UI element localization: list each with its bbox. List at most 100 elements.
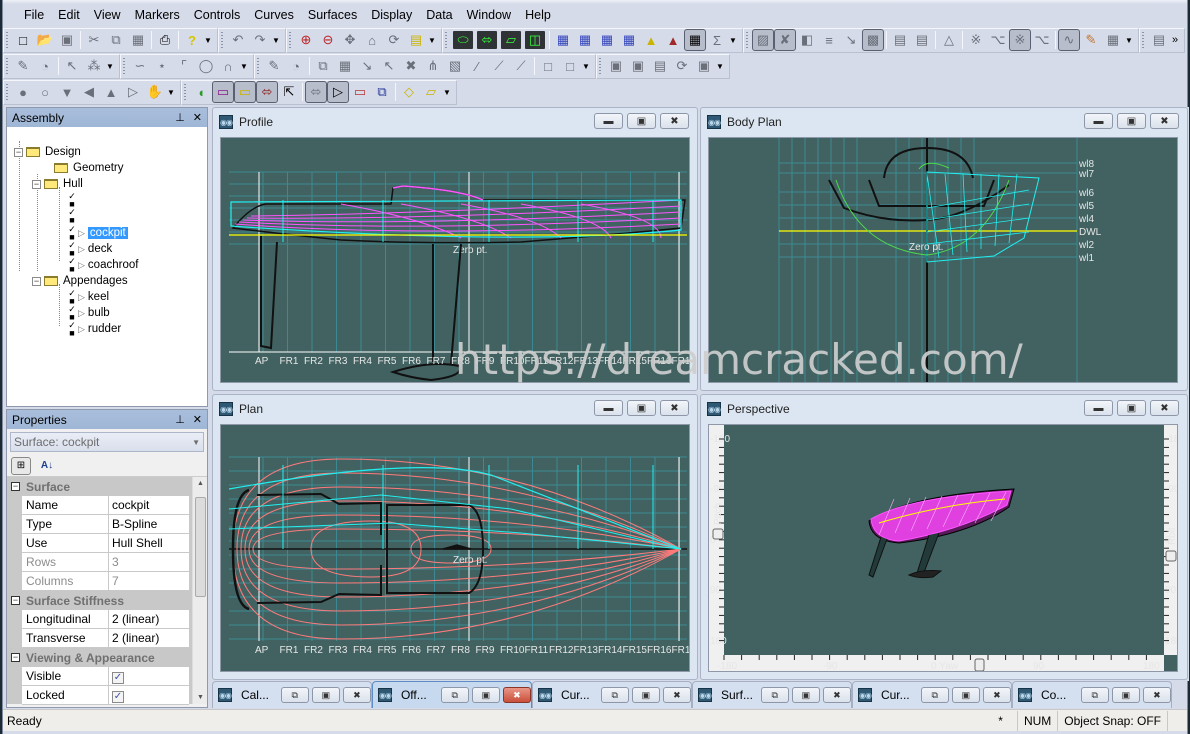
render-lines-icon[interactable]: ≡ (818, 29, 840, 51)
open-folder-icon[interactable]: 📂 (34, 29, 56, 51)
property-row[interactable]: Use Hull Shell (7, 534, 207, 553)
close-button[interactable]: ✖ (342, 687, 371, 703)
locked-checkbox[interactable]: ✓ (112, 691, 124, 703)
perspective-arrow-icon[interactable]: ⇱ (278, 81, 300, 103)
menu-data[interactable]: Data (419, 5, 459, 25)
x-grid-icon[interactable]: ※ (965, 29, 987, 51)
arrow-left-icon[interactable]: ◀ (78, 81, 100, 103)
dropdown-arrow-icon[interactable]: ▼ (203, 29, 213, 51)
diagonals-icon[interactable]: ▭ (234, 81, 256, 103)
restore-button[interactable]: ⧉ (760, 687, 789, 703)
property-value[interactable]: B-Spline (109, 515, 189, 534)
close-icon[interactable]: ✕ (193, 413, 202, 426)
categorized-icon[interactable]: ⊞ (11, 456, 31, 475)
tree-node-cockpit[interactable]: ✓ ■ ▷ cockpit (67, 225, 128, 242)
collapse-icon[interactable]: − (32, 276, 41, 286)
dropdown-arrow-icon[interactable]: ▼ (728, 29, 738, 51)
sigma-calc-icon[interactable]: Σ (706, 29, 728, 51)
box-icon[interactable]: ▧ (444, 55, 466, 77)
pencil-edit-icon[interactable]: ✎ (1080, 29, 1102, 51)
cone-icon[interactable]: ▲ (100, 81, 122, 103)
split-icon[interactable]: ↖ (378, 55, 400, 77)
layer-1-icon[interactable]: ▣ (605, 55, 627, 77)
markers-yellow-icon[interactable]: ▲ (640, 29, 662, 51)
tree-node-geometry[interactable]: Geometry (54, 160, 124, 176)
property-row[interactable]: Locked ✓ (7, 686, 207, 705)
close-button[interactable]: ✖ (822, 687, 851, 703)
property-value[interactable]: Hull Shell (109, 534, 189, 553)
scroll-up-icon[interactable]: ▲ (193, 480, 208, 487)
frame-4-icon[interactable]: ⧉ (371, 81, 393, 103)
tree-node-bulb[interactable]: ✓ ■ ▷ bulb (67, 305, 109, 322)
arrow-right-icon[interactable]: ▷ (122, 81, 144, 103)
paste-surf-icon[interactable]: ▦ (334, 55, 356, 77)
menu-markers[interactable]: Markers (128, 5, 187, 25)
render-curve-icon[interactable]: ✘ (774, 29, 796, 51)
check-lock-icon[interactable]: ✓ ■ (67, 305, 77, 322)
dropdown-arrow-icon[interactable]: ▼ (105, 55, 115, 77)
tree-node-rudder[interactable]: ✓ ■ ▷ rudder (67, 321, 121, 338)
category-surface[interactable]: − Surface (7, 477, 207, 496)
maximize-button[interactable]: ▣ (311, 687, 340, 703)
rect-2-icon[interactable]: □ (559, 55, 581, 77)
measure-2-icon[interactable]: ◔ (285, 55, 307, 77)
tree-node-design[interactable]: − Design (14, 144, 81, 160)
minimized-window-tab[interactable]: ◉◉ Off... ⧉ ▣ ✖ (372, 681, 532, 708)
curve-points-icon[interactable]: ⌥ (1031, 29, 1053, 51)
dropdown-arrow-icon[interactable]: ▼ (715, 55, 725, 77)
check-lock-icon[interactable]: ✓ ■ (67, 289, 77, 306)
body-plan-canvas[interactable]: wl8 wl7 wl6 wl5 wl4 DWL wl2 wl1 Zero pt. (708, 137, 1178, 383)
dropdown-arrow-icon[interactable]: ▼ (427, 29, 437, 51)
restore-button[interactable]: ⧉ (1080, 687, 1109, 703)
layer-3-icon[interactable]: ▤ (649, 55, 671, 77)
x-grid-selected-icon[interactable]: ※ (1009, 29, 1031, 51)
collapse-icon[interactable]: − (11, 596, 20, 605)
plan-canvas[interactable]: Zero pt. AP FR1 FR2 FR3 FR4 FR5 FR6 FR7 FR8 FR9 FR1… (220, 424, 690, 672)
more-icon[interactable]: » (1170, 29, 1180, 51)
menu-curves[interactable]: Curves (247, 5, 301, 25)
maximize-button[interactable]: ▣ (471, 687, 500, 703)
restore-button[interactable]: ⧉ (600, 687, 629, 703)
property-row[interactable]: Visible ✓ (7, 667, 207, 686)
circle-icon[interactable]: ○ (34, 81, 56, 103)
property-value[interactable]: cockpit (109, 496, 189, 515)
circle-ctrl-icon[interactable]: ◯ (195, 55, 217, 77)
buttocks-icon[interactable]: ▭ (212, 81, 234, 103)
grid-tool-icon[interactable]: ▦ (1102, 29, 1124, 51)
category-viewing-appearance[interactable]: − Viewing & Appearance (7, 648, 207, 667)
maximize-button[interactable]: ▣ (791, 687, 820, 703)
minimized-window-tab[interactable]: ◉◉ Surf... ⧉ ▣ ✖ (692, 681, 852, 708)
close-button[interactable]: ✖ (502, 687, 531, 703)
layer-5-icon[interactable]: ▣ (693, 55, 715, 77)
property-row[interactable]: Type B-Spline (7, 515, 207, 534)
edit-pen-icon[interactable]: ✎ (12, 55, 34, 77)
collapse-icon[interactable]: − (32, 179, 41, 189)
category-surface-stiffness[interactable]: − Surface Stiffness (7, 591, 207, 610)
arc-ctrl-icon[interactable]: ∩ (217, 55, 239, 77)
close-button[interactable]: ✖ (660, 400, 689, 416)
collapse-icon[interactable]: − (14, 147, 23, 157)
marker-fair-icon[interactable]: ▦ (618, 29, 640, 51)
layer-2-icon[interactable]: ▣ (627, 55, 649, 77)
frame-3-icon[interactable]: ▭ (349, 81, 371, 103)
render-zebra-icon[interactable]: ▩ (862, 29, 884, 51)
profile-view-icon[interactable]: ⬭ (453, 31, 473, 49)
yellow-shape-icon[interactable]: ▱ (420, 81, 442, 103)
close-button[interactable]: ✖ (1142, 687, 1171, 703)
menu-view[interactable]: View (87, 5, 128, 25)
property-row[interactable]: Transverse 2 (linear) (7, 629, 207, 648)
maximize-button[interactable]: ▣ (631, 687, 660, 703)
snap-curve-icon[interactable]: ∿ (1058, 29, 1080, 51)
frame-2-icon[interactable]: ▷ (327, 81, 349, 103)
curve-1-icon[interactable]: ∽ (129, 55, 151, 77)
property-value[interactable]: 2 (linear) (109, 629, 189, 648)
restore-button[interactable]: ⧉ (440, 687, 469, 703)
minimize-button[interactable]: ▬ (594, 113, 623, 129)
hand-icon[interactable]: ✋ (144, 81, 166, 103)
undo-icon[interactable]: ↶ (227, 29, 249, 51)
curve-2-icon[interactable]: ⋆ (151, 55, 173, 77)
maximize-button[interactable]: ▣ (951, 687, 980, 703)
maximize-button[interactable]: ▣ (627, 113, 656, 129)
minimize-button[interactable]: ▬ (1084, 113, 1113, 129)
minimized-window-tab[interactable]: ◉◉ Cur... ⧉ ▣ ✖ (852, 681, 1012, 708)
